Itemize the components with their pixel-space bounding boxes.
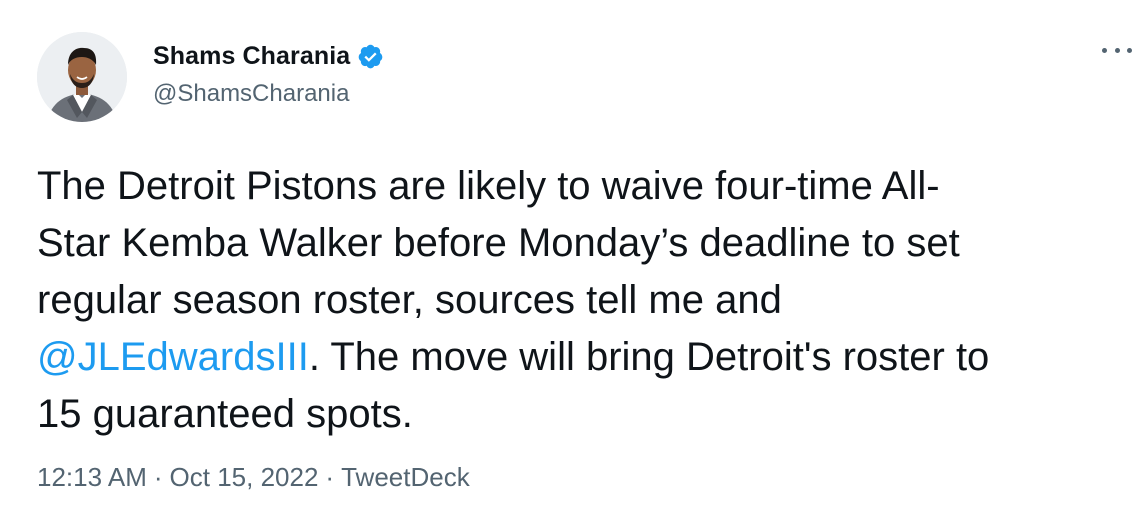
tweet-time[interactable]: 12:13 AM bbox=[37, 462, 147, 493]
author-display-name[interactable]: Shams Charania bbox=[153, 42, 350, 71]
tweet-date[interactable]: Oct 15, 2022 bbox=[170, 462, 319, 493]
author-handle[interactable]: @ShamsCharania bbox=[153, 80, 349, 108]
author-avatar[interactable] bbox=[37, 32, 127, 122]
author-name-row: Shams Charania bbox=[153, 40, 384, 72]
tweet-source[interactable]: TweetDeck bbox=[341, 462, 470, 493]
avatar-image bbox=[37, 32, 127, 122]
more-options-icon[interactable] bbox=[1102, 40, 1132, 60]
tweet-text: The Detroit Pistons are likely to waive … bbox=[37, 158, 1117, 443]
verified-badge-icon bbox=[357, 43, 384, 70]
mention-link[interactable]: @JLEdwardsIII bbox=[37, 335, 309, 379]
tweet-card: Shams Charania @ShamsCharania The Detroi… bbox=[0, 0, 1138, 519]
tweet-meta: 12:13 AM · Oct 15, 2022 · TweetDeck bbox=[37, 462, 470, 493]
meta-separator: · bbox=[325, 462, 335, 492]
tweet-line: . The move will bring Detroit's roster t… bbox=[308, 335, 990, 379]
tweet-line: Star Kemba Walker before Monday’s deadli… bbox=[37, 221, 960, 265]
tweet-line: regular season roster, sources tell me a… bbox=[37, 278, 782, 322]
tweet-line: 15 guaranteed spots. bbox=[37, 392, 413, 436]
meta-separator: · bbox=[153, 462, 163, 492]
tweet-line: The Detroit Pistons are likely to waive … bbox=[37, 164, 940, 208]
more-dot-icon bbox=[1127, 47, 1132, 53]
more-dot-icon bbox=[1114, 47, 1120, 53]
more-dot-icon bbox=[1102, 47, 1107, 53]
